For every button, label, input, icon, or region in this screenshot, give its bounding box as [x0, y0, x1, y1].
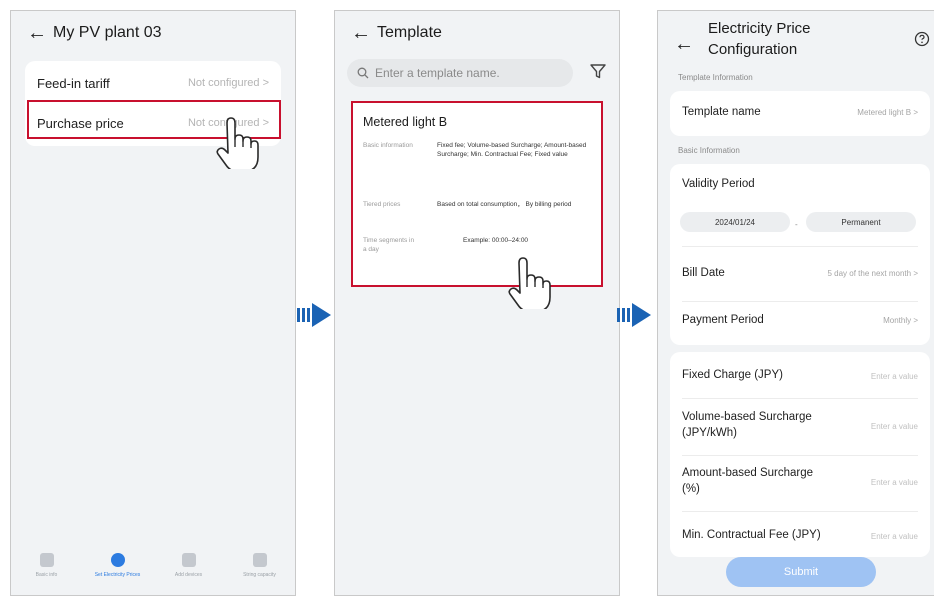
- chevron-right-icon: >: [913, 107, 918, 117]
- header: ← Electricity Price Configuration: [674, 17, 930, 67]
- chevron-right-icon: >: [913, 268, 918, 278]
- amount-surcharge-label: Amount-based Surcharge (%): [682, 467, 814, 495]
- string-icon: [252, 553, 267, 567]
- divider: [682, 301, 918, 302]
- section-basic-information: Basic Information: [678, 146, 740, 155]
- tiered-prices-key: Tiered prices: [363, 201, 401, 208]
- chevron-right-icon: >: [262, 77, 269, 89]
- screen-template: ← Template Metered light B Basic informa…: [334, 10, 620, 596]
- validity-start-date[interactable]: 2024/01/24: [680, 212, 790, 232]
- tap-hand-icon: [216, 117, 259, 169]
- template-name-label: Template name: [682, 106, 761, 119]
- search-bar: [347, 59, 573, 87]
- screen-plant-settings: ← My PV plant 03 Feed-in tariff Not conf…: [10, 10, 296, 596]
- time-segments-value: Example: 00:00–24:00: [463, 237, 529, 244]
- submit-button[interactable]: Submit: [726, 557, 876, 587]
- feed-in-tariff-row[interactable]: Feed-in tariff Not configured >: [25, 63, 281, 103]
- template-name-row[interactable]: Template name Metered light B >: [682, 103, 918, 123]
- template-card[interactable]: Metered light B Basic information Fixed …: [351, 101, 603, 287]
- search-input[interactable]: [375, 66, 555, 80]
- amount-surcharge-input[interactable]: Enter a value: [871, 478, 918, 487]
- amount-surcharge-row: Amount-based Surcharge (%) Enter a value: [682, 462, 918, 502]
- tiered-prices-value: Based on total consumption， By billing p…: [437, 201, 572, 208]
- page-title: Electricity Price Configuration: [708, 20, 811, 58]
- divider: [682, 455, 918, 456]
- price-gear-icon: [110, 553, 125, 567]
- section-template-information: Template Information: [678, 73, 753, 82]
- divider: [682, 398, 918, 399]
- basic-info-value: Fixed fee; Volume-based Surcharge; Amoun…: [437, 142, 587, 159]
- min-contractual-fee-input[interactable]: Enter a value: [871, 532, 918, 541]
- date-range-separator: -: [795, 220, 798, 229]
- payment-period-label: Payment Period: [682, 314, 764, 327]
- step-arrow-icon: [617, 303, 651, 327]
- min-contractual-fee-row: Min. Contractual Fee (JPY) Enter a value: [682, 518, 918, 554]
- chevron-right-icon: >: [913, 315, 918, 325]
- divider: [682, 511, 918, 512]
- min-contractual-fee-label: Min. Contractual Fee (JPY): [682, 529, 821, 542]
- row-label: Feed-in tariff: [37, 75, 110, 91]
- tab-add-devices[interactable]: Add devices: [159, 553, 219, 578]
- template-info-card: Template name Metered light B >: [670, 91, 930, 136]
- header: ← Template: [335, 11, 619, 55]
- fixed-charge-input[interactable]: Enter a value: [871, 372, 918, 381]
- device-icon: [181, 553, 196, 567]
- basic-info-card: Validity Period 2024/01/24 - Permanent B…: [670, 164, 930, 345]
- search-icon: [357, 67, 369, 79]
- validity-period-label: Validity Period: [682, 178, 755, 191]
- bill-date-value: 5 day of the next month >: [827, 268, 918, 278]
- divider: [682, 246, 918, 247]
- basic-info-key: Basic information: [363, 142, 413, 149]
- payment-period-row[interactable]: Payment Period Monthly >: [682, 309, 918, 333]
- tab-basic-info[interactable]: Basic info: [17, 553, 77, 578]
- volume-surcharge-input[interactable]: Enter a value: [871, 422, 918, 431]
- bill-date-label: Bill Date: [682, 267, 725, 280]
- document-icon: [39, 553, 54, 567]
- volume-surcharge-label: Volume-based Surcharge (JPY/kWh): [682, 411, 812, 439]
- tab-set-electricity-prices[interactable]: Set Electricity Prices: [88, 553, 148, 578]
- template-name: Metered light B: [363, 115, 448, 129]
- row-value: Not configured >: [187, 77, 269, 89]
- tap-hand-icon: [508, 257, 551, 309]
- template-name-value: Metered light B >: [857, 107, 918, 117]
- payment-period-value: Monthly >: [883, 315, 918, 325]
- bill-date-row[interactable]: Bill Date 5 day of the next month >: [682, 254, 918, 294]
- page-title: Template: [377, 24, 442, 41]
- back-arrow-icon[interactable]: ←: [351, 23, 377, 43]
- screen-price-configuration: ← Electricity Price Configuration Templa…: [657, 10, 934, 596]
- volume-surcharge-row: Volume-based Surcharge (JPY/kWh) Enter a…: [682, 406, 918, 446]
- fixed-charge-row: Fixed Charge (JPY) Enter a value: [682, 364, 918, 388]
- charges-card: Fixed Charge (JPY) Enter a value Volume-…: [670, 352, 930, 557]
- help-icon[interactable]: [914, 31, 930, 47]
- fixed-charge-label: Fixed Charge (JPY): [682, 369, 783, 382]
- validity-period-row: Validity Period: [682, 174, 918, 196]
- bottom-tab-bar: Basic info Set Electricity Prices Add de…: [11, 545, 295, 595]
- time-segments-key: Time segments in a day: [363, 237, 415, 254]
- back-arrow-icon[interactable]: ←: [27, 23, 53, 43]
- tab-string-capacity[interactable]: String capacity: [230, 553, 290, 578]
- validity-end-date[interactable]: Permanent: [806, 212, 916, 232]
- filter-icon[interactable]: [589, 62, 607, 80]
- back-arrow-icon[interactable]: ←: [674, 34, 700, 54]
- header: ← My PV plant 03: [11, 11, 295, 55]
- page-title: My PV plant 03: [53, 24, 162, 41]
